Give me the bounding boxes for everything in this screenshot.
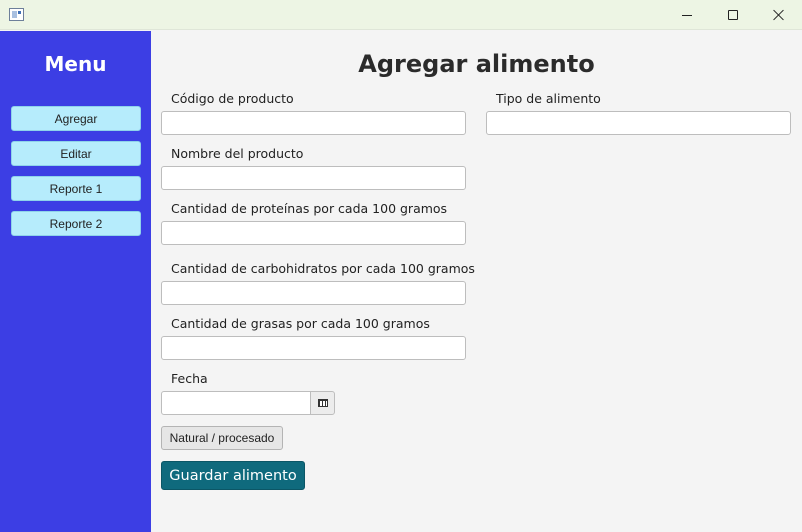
- fecha-input[interactable]: [161, 391, 311, 415]
- proteinas-label: Cantidad de proteínas por cada 100 gramo…: [171, 201, 448, 216]
- proteinas-input[interactable]: [161, 221, 466, 245]
- sidebar-item-editar[interactable]: Editar: [11, 141, 141, 166]
- minimize-button[interactable]: [664, 0, 710, 30]
- menu-title: Menu: [44, 52, 107, 76]
- calendar-icon: [317, 399, 328, 407]
- minimize-icon: [682, 14, 692, 16]
- codigo-label: Código de producto: [171, 91, 294, 106]
- grasas-label: Cantidad de grasas por cada 100 gramos: [171, 316, 430, 331]
- title-bar: [0, 0, 802, 30]
- codigo-input[interactable]: [161, 111, 466, 135]
- tipo-input[interactable]: [486, 111, 791, 135]
- natural-procesado-toggle[interactable]: Natural / procesado: [161, 426, 283, 450]
- nombre-input[interactable]: [161, 166, 466, 190]
- carbohidratos-input[interactable]: [161, 281, 466, 305]
- grasas-input[interactable]: [161, 336, 466, 360]
- app-window-icon: [9, 8, 24, 21]
- sidebar-item-agregar[interactable]: Agregar: [11, 106, 141, 131]
- close-icon: [773, 9, 785, 21]
- tipo-label: Tipo de alimento: [496, 91, 601, 106]
- date-picker-button[interactable]: [310, 391, 335, 415]
- page-title: Agregar alimento: [358, 50, 595, 78]
- maximize-icon: [728, 10, 738, 20]
- maximize-button[interactable]: [710, 0, 756, 30]
- save-button[interactable]: Guardar alimento: [161, 461, 305, 490]
- nombre-label: Nombre del producto: [171, 146, 304, 161]
- sidebar-item-reporte-1[interactable]: Reporte 1: [11, 176, 141, 201]
- carbohidratos-label: Cantidad de carbohidratos por cada 100 g…: [171, 261, 475, 276]
- fecha-label: Fecha: [171, 371, 208, 386]
- close-button[interactable]: [756, 0, 802, 30]
- sidebar-menu: Menu Agregar Editar Reporte 1 Reporte 2: [0, 31, 151, 532]
- sidebar-item-reporte-2[interactable]: Reporte 2: [11, 211, 141, 236]
